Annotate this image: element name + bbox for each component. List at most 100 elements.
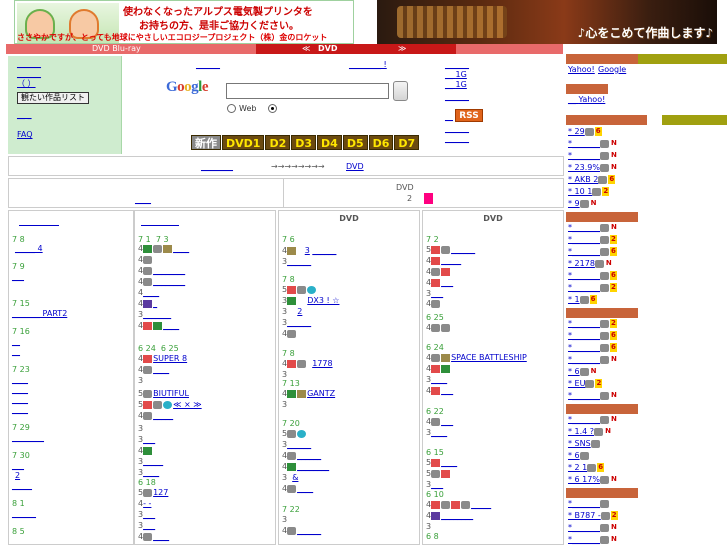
sidebar-news-link[interactable]: *_______ [568,223,600,232]
entry-link[interactable]: ________ [297,462,329,471]
entry-link[interactable]: - - [143,499,151,508]
entry-link[interactable]: 1778 [312,359,332,368]
entry-link[interactable]: ______ [297,451,321,460]
entry-link[interactable]: 2 [297,307,302,316]
tab-dvd1[interactable]: DVD1 [222,135,265,150]
sidebar-news-link[interactable]: *_______ [568,415,600,424]
entry-link[interactable]: _____ [153,411,173,420]
sidebar-news-item[interactable]: * 9 N [568,199,598,208]
entry-link[interactable]: SPACE BATTLESHIP [451,353,527,362]
next-arrow[interactable]: ≫ [398,44,406,54]
sidebar-news-link[interactable]: * 2 1 [568,463,587,472]
entry-link[interactable]: ______ [287,440,311,449]
sidebar-news-link[interactable]: *_______ [568,331,600,340]
entry-link[interactable]: ___ [12,461,24,470]
entry-link[interactable]: ___ [12,272,24,281]
entry-link[interactable]: ___ [441,386,453,395]
google-link[interactable]: Google [598,65,626,74]
sidebar-news-item[interactable]: *_______ N [568,535,618,544]
entry-link[interactable]: ____ [143,468,159,477]
sidebar-news-link[interactable]: * AKB 2 [568,175,598,184]
entry-link[interactable]: ____ [143,288,159,297]
sidebar-news-item[interactable]: *_______ 2 [568,283,617,292]
sidebar-news-link[interactable]: *_______ [568,391,600,400]
sidebar-news-link[interactable]: * 29 [568,127,585,136]
header-link[interactable]: ______ [445,124,469,134]
sidebar-news-item[interactable]: *_______ [568,499,610,508]
sidebar-news-item[interactable]: * B787 - 2 [568,511,618,520]
prev-arrow[interactable]: ≪ [302,44,310,54]
sidebar-news-item[interactable]: *_______ 2 [568,235,617,244]
sidebar-news-item[interactable]: *_______ N [568,139,618,148]
entry-link[interactable]: 3 [305,246,310,255]
entry-link[interactable]: ____ [12,385,28,394]
left-menu-item[interactable]: ______ [17,59,41,69]
rss-icon[interactable]: RSS [455,109,483,122]
entry-link[interactable]: BIUTIFUL [153,389,189,398]
sidebar-news-item[interactable]: *_______ N [568,355,618,364]
sidebar-news-link[interactable]: *_______ [568,523,600,532]
entry-link[interactable]: _____ 4 [15,244,43,253]
tab-d7[interactable]: D7 [394,135,420,150]
ad-banner-music[interactable]: ♪心をこめて作曲します♪ [377,0,717,44]
left-menu-item[interactable]: __ _ [17,110,32,120]
entry-link[interactable]: ____ [431,428,447,437]
sidebar-news-item[interactable]: * 2 1 6 [568,463,605,472]
sidebar-news-link[interactable]: * 23.9% [568,163,600,172]
sidebar-news-link[interactable]: * SNS [568,439,591,448]
entry-link[interactable]: _ [153,299,157,308]
entry-link[interactable]: ______ [287,257,311,266]
tab-d3[interactable]: D3 [291,135,317,150]
faq-link[interactable]: FAQ [17,130,33,140]
sidebar-news-link[interactable]: * 9 [568,199,580,208]
sidebar-news-item[interactable]: * 1 6 [568,295,597,304]
entry-link[interactable]: ________ [153,266,185,275]
entry-link[interactable]: ___ [143,510,155,519]
left-menu-item[interactable]: ______ [17,69,41,79]
entry-link[interactable]: 2 [15,471,20,480]
entry-link[interactable]: ____ [153,532,169,541]
entry-link[interactable]: __ [12,337,20,346]
entry-link[interactable]: _____ [143,457,163,466]
entry-link[interactable]: ____ [441,458,457,467]
sidebar-news-item[interactable]: * 23.9% N [568,163,618,172]
sidebar-news-link[interactable]: * 6 [568,367,580,376]
entry-link[interactable]: SUPER 8 [153,354,187,363]
entry-link[interactable]: ______ [451,245,475,254]
sidebar-news-link[interactable]: *_______ [568,499,600,508]
entry-link[interactable]: _____ [471,500,491,509]
entry-link[interactable]: GANTZ [307,389,335,398]
entry-link[interactable]: _______ PART2 [12,309,67,318]
entry-link[interactable]: __ [12,347,20,356]
sidebar-news-item[interactable]: *_______ N [568,415,618,424]
header-link[interactable]: ______ [445,92,469,102]
entry-link[interactable]: ___ [143,521,155,530]
sidebar-news-item[interactable]: * EU 2 [568,379,603,388]
sidebar-news-link[interactable]: * 1.4 ? [568,427,594,436]
sidebar-news-link[interactable]: *_______ [568,271,600,280]
sidebar-news-link[interactable]: *_______ [568,283,600,292]
tab-new[interactable]: 新作 [191,135,221,150]
sidebar-news-item[interactable]: *_______ N [568,523,618,532]
sidebar-news-link[interactable]: * 10 1 [568,187,592,196]
left-menu-item[interactable]: （ ） [17,79,36,89]
entry-link[interactable]: ≪ × ≫ [173,400,202,409]
tab-d5[interactable]: D5 [342,135,368,150]
sidebar-news-item[interactable]: * AKB 2 6 [568,175,616,184]
sidebar-news-link[interactable]: * 6 [568,451,580,460]
yahoo-link[interactable]: Yahoo! [568,65,595,74]
header-link[interactable]: ________ ! [349,60,387,70]
header-link-1g[interactable]: __ 1G [445,80,467,90]
entry-link[interactable]: ___ [431,480,443,489]
entry-link[interactable]: _______ [143,310,171,319]
sidebar-news-link[interactable]: *_______ [568,355,600,364]
sidebar-news-link[interactable]: * EU [568,379,585,388]
entry-link[interactable]: ______ [287,318,311,327]
sidebar-news-link[interactable]: * 6 17% [568,475,600,484]
yahoo-link-2[interactable]: __ Yahoo! [568,95,605,104]
entry-link[interactable]: __ [12,537,20,544]
sidebar-news-link[interactable]: * B787 - [568,511,601,520]
radio-web[interactable] [227,104,236,113]
sidebar-news-item[interactable]: *_______ 6 [568,247,617,256]
sidebar-news-item[interactable]: * 10 1 2 [568,187,610,196]
